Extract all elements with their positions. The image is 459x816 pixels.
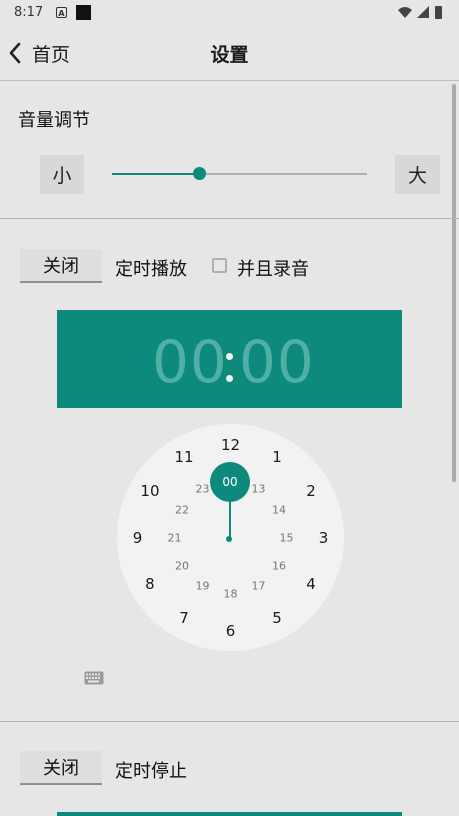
- clock-hour-13[interactable]: 13: [252, 483, 266, 496]
- clock-hour-10[interactable]: 10: [140, 482, 159, 500]
- clock-hour-15[interactable]: 15: [280, 531, 294, 544]
- volume-min-button[interactable]: 小: [40, 155, 84, 194]
- clock-selected-bubble[interactable]: 00: [210, 462, 250, 502]
- timer-stop-display: [57, 812, 402, 816]
- volume-slider-thumb[interactable]: [193, 167, 206, 180]
- time-colon-bottom: [226, 375, 233, 382]
- clock-hour-2[interactable]: 2: [306, 482, 316, 500]
- page-title: 设置: [210, 44, 249, 66]
- notification-square-icon: [76, 5, 91, 20]
- keyboard-icon[interactable]: [84, 670, 104, 689]
- toolbar: 首页 设置: [0, 26, 459, 81]
- record-checkbox[interactable]: [212, 258, 227, 273]
- clock-hour-5[interactable]: 5: [272, 609, 282, 627]
- volume-max-button[interactable]: 大: [395, 155, 440, 194]
- clock-hour-18[interactable]: 18: [224, 587, 238, 600]
- volume-slider-fill: [112, 173, 199, 175]
- volume-slider[interactable]: [112, 167, 367, 180]
- clock-hour-12[interactable]: 12: [221, 436, 240, 454]
- timer-stop-toggle-button[interactable]: 关闭: [20, 751, 102, 785]
- timer-stop-label: 定时停止: [115, 761, 187, 782]
- status-icons: [397, 4, 445, 26]
- clock-hour-21[interactable]: 21: [168, 531, 182, 544]
- clock-hour-11[interactable]: 11: [174, 448, 193, 466]
- time-hours[interactable]: 00: [152, 328, 228, 396]
- volume-label: 音量调节: [18, 110, 90, 131]
- clock-hour-1[interactable]: 1: [272, 448, 282, 466]
- time-display: 00 00: [57, 310, 402, 408]
- clock-hour-3[interactable]: 3: [319, 529, 329, 547]
- status-time: 8:17: [14, 5, 44, 20]
- divider: [0, 721, 459, 722]
- clock-hour-16[interactable]: 16: [272, 559, 286, 572]
- clock-hand-center: [226, 536, 232, 542]
- time-minutes[interactable]: 00: [239, 328, 315, 396]
- clock-hour-8[interactable]: 8: [145, 575, 155, 593]
- status-bar: 8:17 A: [0, 0, 459, 26]
- divider: [0, 218, 459, 219]
- clock-hour-22[interactable]: 22: [175, 503, 189, 516]
- clock-hour-6[interactable]: 6: [226, 622, 236, 640]
- clock-hour-20[interactable]: 20: [175, 559, 189, 572]
- time-colon-top: [226, 353, 233, 360]
- clock-hour-7[interactable]: 7: [179, 609, 189, 627]
- clock-hour-14[interactable]: 14: [272, 503, 286, 516]
- record-checkbox-label: 并且录音: [237, 259, 309, 280]
- clock-hour-23[interactable]: 23: [196, 483, 210, 496]
- timer-play-label: 定时播放: [115, 259, 187, 280]
- wifi-signal-battery-icon: [398, 6, 442, 19]
- scrollbar[interactable]: [452, 84, 456, 482]
- timer-play-toggle-button[interactable]: 关闭: [20, 249, 102, 283]
- clock-hour-4[interactable]: 4: [306, 575, 316, 593]
- notification-a-icon: A: [56, 7, 67, 18]
- clock-hour-17[interactable]: 17: [252, 579, 266, 592]
- clock-hour-9[interactable]: 9: [133, 529, 143, 547]
- clock-hour-19[interactable]: 19: [196, 579, 210, 592]
